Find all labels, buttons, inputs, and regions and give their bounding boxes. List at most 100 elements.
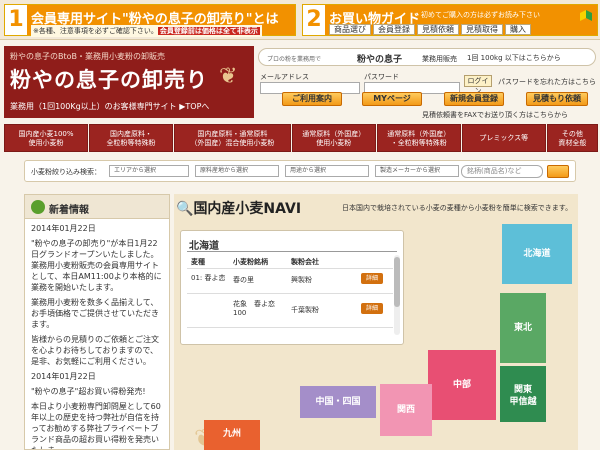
nav-foreign-whole[interactable]: 通常原料（外国産） ・全粒粉等特殊粉 xyxy=(376,124,461,152)
user-bar: プロの粉を業務用で 粉やの息子 業務用販売 1回 100kg 以下はこちらから … xyxy=(258,46,598,120)
nav-domestic-100[interactable]: 国内産小麦100% 使用小麦粉 xyxy=(4,124,88,152)
guide-step[interactable]: 見積依頼 xyxy=(417,24,459,35)
region-kyushu[interactable]: 九州 xyxy=(204,420,260,450)
pill-small: プロの粉を業務用で xyxy=(267,56,322,63)
nav-label-1: 国内産小麦100% xyxy=(18,130,74,138)
nav-premix[interactable]: プレミックス等 xyxy=(461,124,546,152)
news-body: 2014年01月22日 "粉やの息子の卸売り"が本日1月22日グランドオープンい… xyxy=(25,219,169,449)
list-scrollbar[interactable] xyxy=(394,255,400,335)
logo-subtext: 業務用（1回100Kg以上）のお客様専門サイト xyxy=(10,102,177,111)
detail-button[interactable]: 詳細 xyxy=(361,273,383,284)
retail-link[interactable]: プロの粉を業務用で 粉やの息子 業務用販売 1回 100kg 以下はこちらから xyxy=(258,48,596,66)
news-title: 新着情報 xyxy=(49,205,89,216)
divider xyxy=(187,327,393,328)
fax-link[interactable]: 見積依頼書をFAXでお送り頂く方はこちらから xyxy=(422,110,568,120)
member-site-banner[interactable]: 1 会員専用サイト"粉やの息子の卸売り"とは ※各種、注意事項を必ずご確認下さい… xyxy=(4,4,296,37)
maker-select[interactable]: 製造メーカーから選択 xyxy=(375,165,459,177)
pill-brand: 粉やの息子 xyxy=(357,55,403,65)
password-label: パスワード xyxy=(364,73,399,81)
nav-label-1: 通常原料（外国産） xyxy=(387,130,451,138)
region-chugoku-shikoku[interactable]: 中国・四国 xyxy=(300,386,376,418)
banner-hint: 初めてご購入の方は必ずお読み下さい xyxy=(421,11,540,19)
region-chubu[interactable]: 中部 xyxy=(428,350,496,420)
region-kansai[interactable]: 関西 xyxy=(380,384,432,436)
quote-button[interactable]: 見積もり依頼 xyxy=(526,92,588,106)
step-number: 2 xyxy=(303,5,325,35)
note-text: ※各種、注意事項を必ずご確認下さい。 xyxy=(33,27,158,35)
wheat-icon: ❦ xyxy=(219,64,238,89)
use-select[interactable]: 用途から選択 xyxy=(285,165,369,177)
search-icon: 🔍 xyxy=(176,201,194,217)
region-tohoku[interactable]: 東北 xyxy=(500,293,546,363)
list-region: 北海道 xyxy=(189,241,219,252)
news-header: 新着情報 xyxy=(25,195,169,219)
news-panel: 新着情報 2014年01月22日 "粉やの息子の卸売り"が本日1月22日グランド… xyxy=(24,194,170,450)
news-date: 2014年01月22日 xyxy=(31,224,96,233)
region-hokkaido[interactable]: 北海道 xyxy=(502,224,572,284)
search-input[interactable]: 銘柄(商品名)など xyxy=(461,165,543,178)
search-button[interactable] xyxy=(547,165,569,178)
row-mill: 千葉製粉 xyxy=(291,306,319,314)
category-nav: 国内産小麦100% 使用小麦粉 国内産原料・ 全粒粉等特殊粉 国内産原料・通常原料（… xyxy=(4,124,598,152)
navi-title: 🔍国内産小麦NAVI xyxy=(176,198,301,218)
guide-step[interactable]: 会員登録 xyxy=(373,24,415,35)
row-mill: 興製粉 xyxy=(291,276,312,284)
nav-domestic-whole[interactable]: 国内産原料・ 全粒粉等特殊粉 xyxy=(89,124,173,152)
origin-select[interactable]: 原料産地から選択 xyxy=(195,165,279,177)
nav-label-1: 国内産原料・通常原料 xyxy=(197,130,268,138)
nav-label-1: 通常原料（外国産） xyxy=(302,130,366,138)
top-banner: 1 会員専用サイト"粉やの息子の卸売り"とは ※各種、注意事項を必ずご確認下さい… xyxy=(0,0,600,40)
navi-title-text: 国内産小麦NAVI xyxy=(193,201,302,217)
email-label: メールアドレス xyxy=(260,73,309,81)
shopping-guide-banner[interactable]: 2 お買い物ガイド 初めてご購入の方は必ずお読み下さい 商品選び 会員登録 見積… xyxy=(302,4,598,36)
logo-tagline: 粉やの息子のBtoB・業務用小麦粉の卸販売 xyxy=(10,52,166,61)
region-kanto[interactable]: 関東 甲信越 xyxy=(500,366,546,422)
nav-label-1: プレミックス等 xyxy=(479,134,529,142)
beginner-mark-icon xyxy=(580,10,592,21)
divider xyxy=(187,268,393,269)
register-button[interactable]: 新規会員登録 xyxy=(444,92,504,106)
guide-step[interactable]: 見積取得 xyxy=(461,24,503,35)
nav-label-2: （外国産）混合使用小麦粉 xyxy=(190,139,275,147)
news-text: 本日より小麦粉専門卸問屋として60年以上の歴史を持つ弊社が自信を持ってお勧めする… xyxy=(31,402,161,449)
nav-label-2: 使用小麦粉 xyxy=(28,139,64,147)
news-date: 2014年01月22日 xyxy=(31,372,96,381)
logo-sub: 業務用（1回100Kg以上）のお客様専門サイト ▶TOPへ xyxy=(10,101,209,112)
top-link[interactable]: ▶TOPへ xyxy=(179,102,209,111)
pill-min: 1回 100kg 以下はこちらから xyxy=(467,54,561,62)
mypage-button[interactable]: MYページ xyxy=(362,92,422,106)
site-logo[interactable]: 粉やの息子のBtoB・業務用小麦粉の卸販売 粉やの息子の卸売り ❦ 業務用（1回… xyxy=(4,46,254,118)
step-number: 1 xyxy=(5,5,27,35)
nav-label-1: その他 xyxy=(561,130,583,138)
guide-step[interactable]: 購入 xyxy=(505,24,531,35)
area-select[interactable]: エリアから選択 xyxy=(109,165,189,177)
leaf-icon xyxy=(31,200,45,214)
navi-subtitle: 日本国内で栽培されている小麦の麦種から小麦粉を簡単に検索できます。 xyxy=(342,204,573,212)
divider xyxy=(187,293,393,294)
guide-button[interactable]: ご利用案内 xyxy=(282,92,342,106)
news-text: "粉やの息子"超お買い得粉発売! xyxy=(31,387,146,396)
nav-label-2: 使用小麦粉 xyxy=(316,139,352,147)
nav-foreign[interactable]: 通常原料（外国産） 使用小麦粉 xyxy=(291,124,376,152)
login-button[interactable]: ログイン xyxy=(464,75,492,95)
news-text: "粉やの息子の卸売り"が本日1月22日グランドオープンいたしました。業務用小麦粉… xyxy=(31,239,162,292)
nav-label-1: 国内産原料・ xyxy=(110,130,152,138)
detail-button[interactable]: 詳細 xyxy=(361,303,383,314)
pill-sub: 業務用販売 xyxy=(422,55,457,63)
nav-mixed[interactable]: 国内産原料・通常原料 （外国産）混合使用小麦粉 xyxy=(174,124,291,152)
header-brand: 小麦粉銘柄 xyxy=(233,258,268,266)
row-variety: 01: 春よ恋 xyxy=(191,274,226,282)
banner-note: ※各種、注意事項を必ずご確認下さい。 会員登録前は価格は全て非表示 xyxy=(31,25,262,37)
logo-name: 粉やの息子の卸売り xyxy=(10,67,208,92)
divider xyxy=(187,251,397,252)
note-highlight: 会員登録前は価格は全て非表示 xyxy=(157,27,260,35)
nav-other[interactable]: その他 資材全般 xyxy=(546,124,598,152)
guide-steps: 商品選び 会員登録 見積依頼 見積取得 購入 xyxy=(329,24,531,35)
row-brand: 花象 春よ恋 100 xyxy=(233,300,275,317)
guide-step[interactable]: 商品選び xyxy=(329,24,371,35)
nav-label-2: ・全粒粉等特殊粉 xyxy=(390,139,447,147)
wheat-navi: 🔍国内産小麦NAVI 日本国内で栽培されている小麦の麦種から小麦粉を簡単に検索で… xyxy=(174,194,578,450)
forgot-password-link[interactable]: パスワードを忘れた方はこちら xyxy=(498,77,596,87)
header-mill: 製粉会社 xyxy=(291,258,319,266)
news-text: 皆様からの見積りのご依頼とご注文を心よりお待ちしておりますので、是非、お気軽にご… xyxy=(31,335,159,366)
